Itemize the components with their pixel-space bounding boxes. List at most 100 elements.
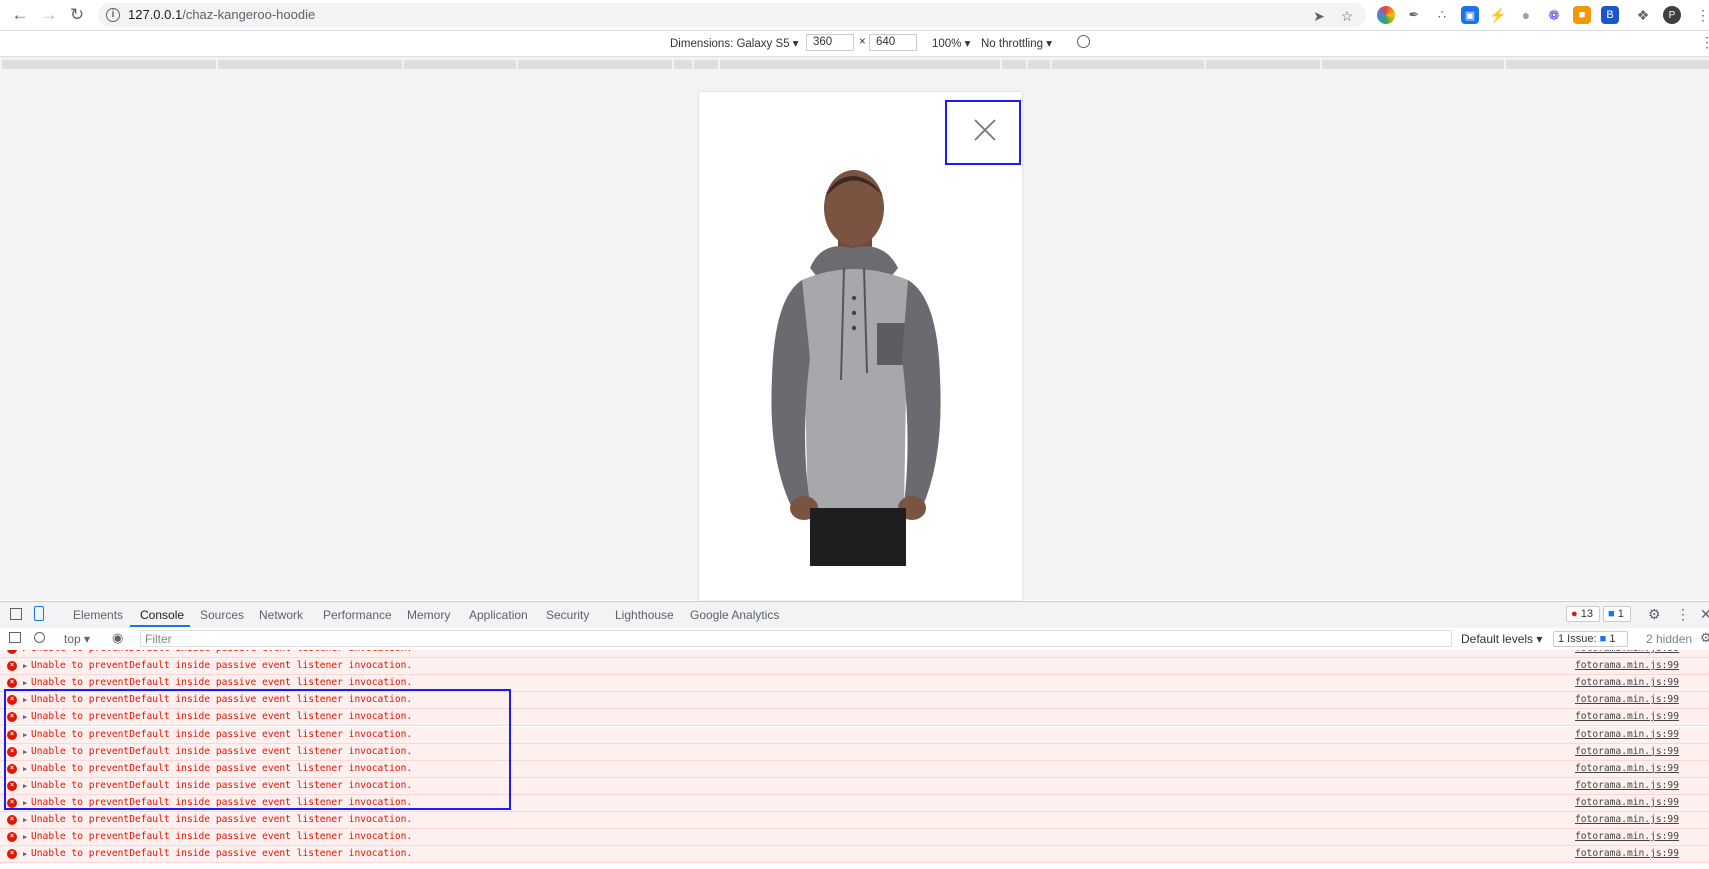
highlighted-console-rows (4, 689, 511, 810)
live-expression-eye-icon[interactable]: ◉ (112, 630, 123, 646)
close-devtools-icon[interactable]: ✕ (1700, 606, 1709, 623)
tab-security[interactable]: Security (546, 608, 589, 622)
device-toolbar-menu-icon[interactable]: ⋮ (1700, 34, 1709, 51)
address-bar[interactable]: i 127.0.0.1/chaz-kangeroo-hoodie ➤ ☆ (98, 3, 1366, 27)
url-text[interactable]: 127.0.0.1/chaz-kangeroo-hoodie (128, 7, 315, 22)
tab-application[interactable]: Application (469, 608, 528, 622)
console-message: Unable to preventDefault inside passive … (31, 677, 413, 689)
forward-arrow-icon[interactable]: → (38, 4, 60, 26)
console-error-row[interactable]: × ▶ Unable to preventDefault inside passiv… (0, 650, 1709, 658)
devtools-menu-icon[interactable]: ⋮ (1676, 606, 1690, 623)
throttling-select[interactable]: No throttling ▾ (981, 36, 1052, 50)
devtools-tab-bar: Elements Console Sources Network Perform… (0, 601, 1709, 629)
context-select[interactable]: top ▾ (64, 632, 90, 646)
tab-performance[interactable]: Performance (323, 608, 392, 622)
console-message: Unable to preventDefault inside passive … (31, 848, 413, 860)
console-source-link[interactable]: fotorama.min.js:99 (1575, 848, 1679, 859)
console-error-row[interactable]: × ▶ Unable to preventDefault inside passiv… (0, 846, 1709, 864)
message-icon: ■ (1608, 608, 1615, 620)
console-source-link[interactable]: fotorama.min.js:99 (1575, 729, 1679, 740)
error-icon: × (7, 678, 17, 689)
console-source-link[interactable]: fotorama.min.js:99 (1575, 814, 1679, 825)
clear-console-icon[interactable] (34, 632, 45, 643)
expand-triangle-icon[interactable]: ▶ (23, 662, 27, 670)
console-error-row[interactable]: × ▶ Unable to preventDefault inside passiv… (0, 812, 1709, 829)
product-image-hoodie[interactable] (752, 168, 964, 566)
bookmark-star-icon[interactable]: ☆ (1338, 7, 1356, 25)
console-settings-icon[interactable]: ⚙ (1700, 630, 1709, 646)
dimension-separator: × (859, 36, 866, 48)
device-toggle-icon[interactable] (34, 606, 44, 621)
browser-menu-icon[interactable]: ⋮ (1694, 6, 1709, 24)
send-icon[interactable]: ➤ (1310, 7, 1328, 25)
extension-feather-icon[interactable]: ✒ (1405, 6, 1423, 24)
message-count-badge[interactable]: ■ 1 (1603, 606, 1631, 622)
tab-console[interactable]: Console (140, 608, 184, 622)
console-source-link[interactable]: fotorama.min.js:99 (1575, 694, 1679, 705)
extension-page-icon[interactable]: ▣ (1461, 6, 1479, 24)
tab-lighthouse[interactable]: Lighthouse (615, 608, 674, 622)
zoom-select[interactable]: 100% ▾ (932, 36, 970, 50)
console-source-link[interactable]: fotorama.min.js:99 (1575, 780, 1679, 791)
console-source-link[interactable]: fotorama.min.js:99 (1575, 746, 1679, 757)
console-message: Unable to preventDefault inside passive … (31, 831, 413, 843)
console-error-row[interactable]: × ▶ Unable to preventDefault inside passiv… (0, 658, 1709, 676)
back-arrow-icon[interactable]: ← (9, 4, 31, 26)
extension-dots-icon[interactable]: ∴ (1433, 6, 1451, 24)
console-source-link[interactable]: fotorama.min.js:99 (1575, 797, 1679, 808)
issues-badge[interactable]: 1 Issue: ■ 1 (1553, 631, 1628, 647)
console-source-link[interactable]: fotorama.min.js:99 (1575, 650, 1679, 654)
error-count-badge[interactable]: ● 13 (1566, 606, 1600, 622)
media-query-ruler[interactable] (0, 57, 1709, 73)
url-host: 127.0.0.1 (128, 7, 183, 22)
reload-icon[interactable]: ↻ (66, 4, 88, 26)
dimensions-select[interactable]: Dimensions: Galaxy S5 ▾ (670, 36, 799, 50)
profile-avatar[interactable]: P (1663, 6, 1681, 24)
expand-triangle-icon[interactable]: ▶ (23, 650, 27, 653)
error-icon: × (7, 832, 17, 843)
tab-google-analytics[interactable]: Google Analytics (690, 608, 779, 622)
extension-orange-icon[interactable]: ■ (1573, 6, 1591, 24)
console-source-link[interactable]: fotorama.min.js:99 (1575, 677, 1679, 688)
inspect-element-icon[interactable] (10, 608, 22, 620)
close-icon (974, 119, 996, 141)
extensions-puzzle-icon[interactable]: ❖ (1634, 6, 1652, 24)
color-picker-extension-icon[interactable] (1377, 6, 1395, 24)
console-message: Unable to preventDefault inside passive … (31, 814, 413, 825)
error-icon: ● (1571, 608, 1578, 620)
close-button[interactable] (945, 100, 1021, 165)
log-levels-select[interactable]: Default levels ▾ (1461, 632, 1542, 646)
device-toolbar: Dimensions: Galaxy S5 ▾ 360 × 640 100% ▾… (0, 31, 1709, 57)
device-height-input[interactable]: 640 (869, 34, 917, 51)
tab-sources[interactable]: Sources (200, 608, 244, 622)
console-filter-input[interactable]: Filter (140, 630, 1452, 647)
console-source-link[interactable]: fotorama.min.js:99 (1575, 711, 1679, 722)
tab-network[interactable]: Network (259, 608, 303, 622)
console-source-link[interactable]: fotorama.min.js:99 (1575, 660, 1679, 671)
error-icon: × (7, 815, 17, 825)
extension-badge-icon[interactable]: B (1601, 6, 1619, 24)
console-source-link[interactable]: fotorama.min.js:99 (1575, 831, 1679, 842)
device-width-input[interactable]: 360 (806, 34, 854, 51)
console-message: Unable to preventDefault inside passive … (31, 660, 413, 672)
console-source-link[interactable]: fotorama.min.js:99 (1575, 763, 1679, 774)
console-error-row[interactable]: × ▶ Unable to preventDefault inside passiv… (0, 829, 1709, 847)
expand-triangle-icon[interactable]: ▶ (23, 816, 27, 824)
tab-elements[interactable]: Elements (73, 608, 123, 622)
extension-gear-purple-icon[interactable]: ❁ (1545, 6, 1563, 24)
info-icon[interactable]: i (106, 8, 120, 22)
tab-memory[interactable]: Memory (407, 608, 450, 622)
expand-triangle-icon[interactable]: ▶ (23, 833, 27, 841)
expand-triangle-icon[interactable]: ▶ (23, 850, 27, 858)
extension-bubble-icon[interactable]: ● (1517, 6, 1535, 24)
extension-lightning-icon[interactable]: ⚡ (1489, 6, 1507, 24)
sidebar-toggle-icon[interactable] (9, 632, 21, 643)
console-message: Unable to preventDefault inside passive … (31, 650, 412, 654)
error-icon: × (7, 661, 17, 672)
error-icon: × (7, 650, 17, 654)
rotate-disabled-icon[interactable] (1077, 35, 1090, 48)
error-icon: × (7, 849, 17, 860)
settings-gear-icon[interactable]: ⚙ (1648, 606, 1661, 623)
issue-icon: ■ (1599, 633, 1607, 645)
expand-triangle-icon[interactable]: ▶ (23, 679, 27, 687)
